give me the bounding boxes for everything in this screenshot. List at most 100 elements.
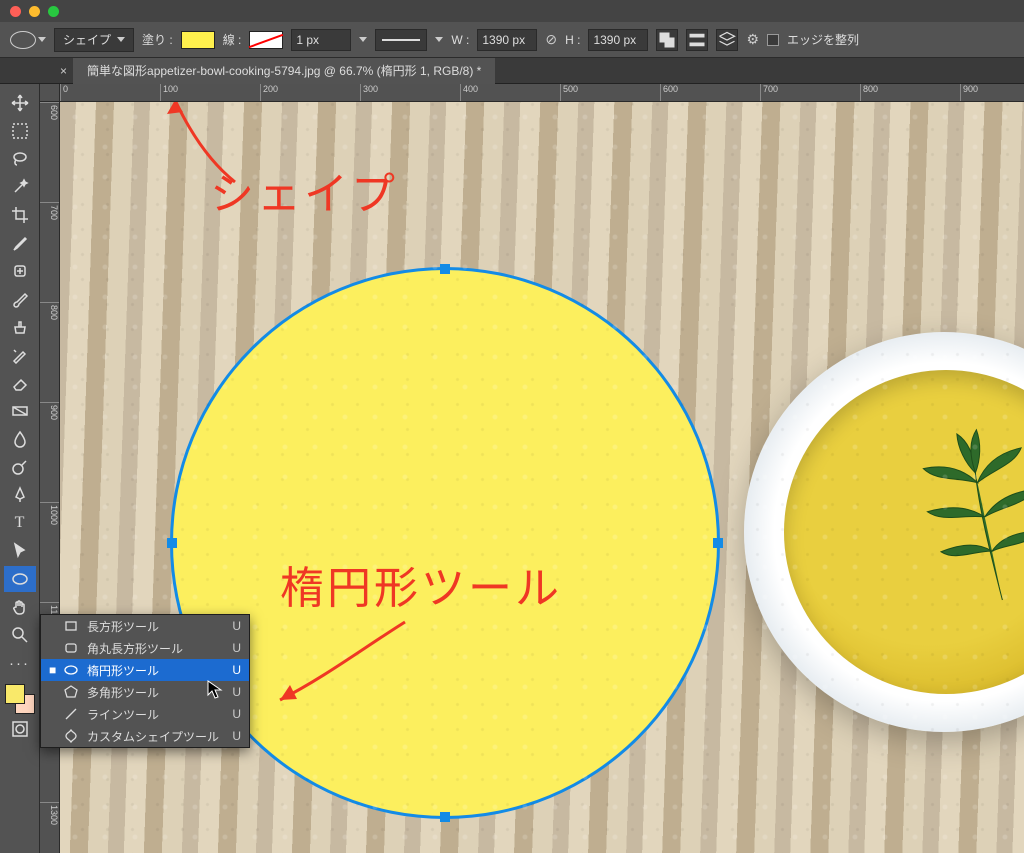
fill-swatch[interactable] xyxy=(181,31,215,49)
submenu-item[interactable]: ■楕円形ツールU xyxy=(41,659,249,681)
submenu-shortcut: U xyxy=(232,619,241,633)
stroke-width-field[interactable]: 1 px xyxy=(291,29,351,51)
ruler-tick: 700 xyxy=(40,202,59,302)
tool-preset-picker[interactable] xyxy=(10,31,46,49)
gear-icon[interactable]: ⚙ xyxy=(746,31,759,48)
edit-toolbar-button[interactable]: ··· xyxy=(4,650,36,676)
align-edges-checkbox[interactable] xyxy=(767,34,779,46)
annotation-shape-label: シェイプ xyxy=(210,158,398,222)
ruler-tick: 1000 xyxy=(40,502,59,602)
h-label: H : xyxy=(565,33,580,47)
submenu-shortcut: U xyxy=(232,641,241,655)
submenu-item[interactable]: 角丸長方形ツール U xyxy=(41,637,249,659)
eyedropper-tool[interactable] xyxy=(4,230,36,256)
marquee-tool[interactable] xyxy=(4,118,36,144)
shape-icon xyxy=(63,663,79,677)
transform-handle-s[interactable] xyxy=(440,812,450,822)
minimize-window-button[interactable] xyxy=(29,6,40,17)
crop-tool[interactable] xyxy=(4,202,36,228)
submenu-item[interactable]: 多角形ツール U xyxy=(41,681,249,703)
ruler-tick: 1300 xyxy=(40,802,59,853)
shape-icon xyxy=(63,707,79,721)
foreground-color-swatch[interactable] xyxy=(5,684,25,704)
submenu-shortcut: U xyxy=(232,685,241,699)
tools-panel: T ··· xyxy=(0,84,40,853)
horizontal-ruler[interactable]: 0100200300400500600700800900100011001200… xyxy=(60,84,1024,102)
ruler-tick: 0 xyxy=(60,84,160,101)
ruler-tick: 400 xyxy=(460,84,560,101)
dodge-tool[interactable] xyxy=(4,454,36,480)
submenu-item[interactable]: ラインツールU xyxy=(41,703,249,725)
eraser-tool[interactable] xyxy=(4,370,36,396)
shape-tool-submenu: 長方形ツールU角丸長方形ツールU■楕円形ツールU多角形ツールUラインツールUカス… xyxy=(40,614,250,748)
fill-label: 塗り : xyxy=(142,31,173,48)
blur-tool[interactable] xyxy=(4,426,36,452)
stroke-swatch[interactable] xyxy=(249,31,283,49)
annotation-arrow-1 xyxy=(120,102,260,205)
document-tab[interactable]: 簡単な図形appetizer-bowl-cooking-5794.jpg @ 6… xyxy=(73,58,495,84)
color-swatches[interactable] xyxy=(5,684,35,714)
tool-mode-label: シェイプ xyxy=(63,31,111,48)
ruler-tick: 800 xyxy=(860,84,960,101)
path-operations-button[interactable] xyxy=(656,29,678,51)
submenu-item-label: 多角形ツール xyxy=(87,684,224,701)
drawn-ellipse-shape[interactable] xyxy=(170,267,720,819)
submenu-item-label: 長方形ツール xyxy=(87,618,224,635)
path-combine-icon xyxy=(657,30,677,50)
hand-tool[interactable] xyxy=(4,594,36,620)
options-bar: シェイプ 塗り : 線 : 1 px W : 1390 px ⊘ H : 139… xyxy=(0,22,1024,58)
zoom-window-button[interactable] xyxy=(48,6,59,17)
link-icon[interactable]: ⊘ xyxy=(545,31,557,48)
ruler-tick: 900 xyxy=(960,84,1024,101)
gradient-tool[interactable] xyxy=(4,398,36,424)
close-tab-button[interactable]: × xyxy=(0,64,73,78)
magic-wand-tool[interactable] xyxy=(4,174,36,200)
path-arrangement-button[interactable] xyxy=(716,29,738,51)
pen-tool[interactable] xyxy=(4,482,36,508)
history-brush-tool[interactable] xyxy=(4,342,36,368)
move-tool[interactable] xyxy=(4,90,36,116)
ruler-tick: 900 xyxy=(40,402,59,502)
chevron-down-icon[interactable] xyxy=(359,37,367,42)
submenu-item[interactable]: 長方形ツール U xyxy=(41,615,249,637)
ruler-tick: 600 xyxy=(40,102,59,202)
lasso-tool[interactable] xyxy=(4,146,36,172)
height-field[interactable]: 1390 px xyxy=(588,29,648,51)
healing-brush-tool[interactable] xyxy=(4,258,36,284)
transform-handle-n[interactable] xyxy=(440,264,450,274)
ruler-tick: 200 xyxy=(260,84,360,101)
chevron-down-icon xyxy=(38,37,46,42)
shape-icon xyxy=(63,729,79,743)
stroke-label: 線 : xyxy=(223,31,242,48)
submenu-item-label: 角丸長方形ツール xyxy=(87,640,224,657)
bowl-soup-graphic xyxy=(784,370,1024,694)
close-window-button[interactable] xyxy=(10,6,21,17)
submenu-item[interactable]: カスタムシェイプツールU xyxy=(41,725,249,747)
path-alignment-button[interactable] xyxy=(686,29,708,51)
tool-mode-select[interactable]: シェイプ xyxy=(54,28,134,52)
stack-icon xyxy=(717,30,737,50)
ellipse-shape-tool[interactable] xyxy=(4,566,36,592)
submenu-shortcut: U xyxy=(232,663,241,677)
clone-stamp-tool[interactable] xyxy=(4,314,36,340)
brush-tool[interactable] xyxy=(4,286,36,312)
ruler-tick: 600 xyxy=(660,84,760,101)
submenu-item-label: ラインツール xyxy=(87,706,224,723)
width-field[interactable]: 1390 px xyxy=(477,29,537,51)
chevron-down-icon[interactable] xyxy=(435,37,443,42)
transform-handle-e[interactable] xyxy=(713,538,723,548)
type-tool[interactable]: T xyxy=(4,510,36,536)
path-selection-tool[interactable] xyxy=(4,538,36,564)
quick-mask-button[interactable] xyxy=(4,716,36,742)
bowl-plate-graphic xyxy=(744,332,1024,732)
ruler-origin[interactable] xyxy=(40,84,60,102)
annotation-arrow-2 xyxy=(255,602,435,725)
stroke-style-select[interactable] xyxy=(375,29,427,51)
annotation-ellipse-tool-label: 楕円形ツール xyxy=(280,552,562,616)
ruler-tick: 800 xyxy=(40,302,59,402)
transform-handle-w[interactable] xyxy=(167,538,177,548)
zoom-tool[interactable] xyxy=(4,622,36,648)
ruler-tick: 500 xyxy=(560,84,660,101)
w-label: W : xyxy=(451,33,469,47)
window-titlebar xyxy=(0,0,1024,22)
